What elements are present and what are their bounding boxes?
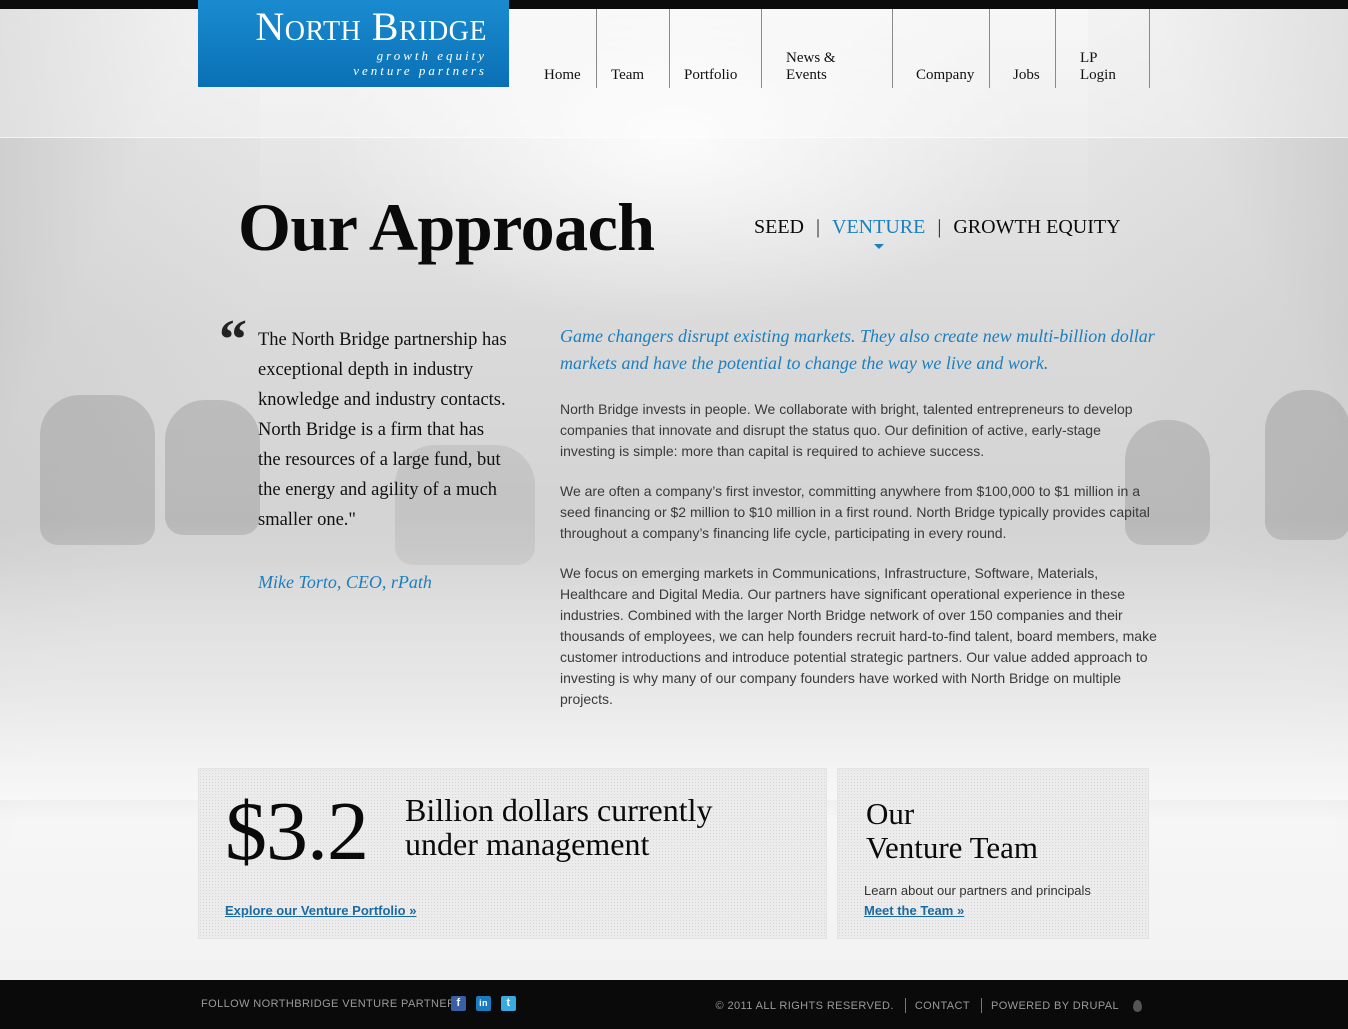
background-chair <box>1265 390 1348 540</box>
approach-tabs: SEED | VENTURE | GROWTH EQUITY <box>754 216 1121 249</box>
explore-portfolio-link[interactable]: Explore our Venture Portfolio » <box>225 903 416 918</box>
team-promo-text: Learn about our partners and principals <box>864 883 1091 898</box>
site-footer: FOLLOW NORTHBRIDGE VENTURE PARTNERS f in… <box>0 980 1348 1029</box>
quote-mark-icon: “ <box>219 309 247 371</box>
footer-divider <box>980 998 982 1013</box>
logo-tagline-2: venture partners <box>353 63 487 78</box>
nav-item-company[interactable]: Company <box>893 9 990 88</box>
aum-caption: Billion dollars currently under manageme… <box>405 792 713 862</box>
main-nav: Home Team Portfolio News & Events Compan… <box>530 9 1150 88</box>
social-links: f in t <box>451 996 516 1011</box>
facebook-icon[interactable]: f <box>451 996 466 1011</box>
drupal-icon <box>1133 999 1142 1012</box>
tab-divider: | <box>937 216 942 238</box>
body-paragraph: We focus on emerging markets in Communic… <box>560 565 1157 707</box>
body-paragraph: We are often a company’s first investor,… <box>560 483 1150 541</box>
team-title-line-2: Venture Team <box>866 830 1038 865</box>
twitter-icon[interactable]: t <box>501 996 516 1011</box>
nav-item-home[interactable]: Home <box>530 9 597 88</box>
lead-statement: Game changers disrupt existing markets. … <box>560 326 1155 373</box>
team-title-line-1: Our <box>866 796 915 831</box>
contact-link[interactable]: CONTACT <box>915 1000 970 1012</box>
nav-item-portfolio[interactable]: Portfolio <box>670 9 762 88</box>
body-paragraph: North Bridge invests in people. We colla… <box>560 401 1133 459</box>
tab-venture[interactable]: VENTURE <box>832 216 925 249</box>
testimonial-author: Mike Torto, CEO, rPath <box>258 572 432 592</box>
testimonial-quote: The North Bridge partnership has excepti… <box>258 330 507 530</box>
aum-promo-box: $3.2 Billion dollars currently under man… <box>198 768 827 939</box>
logo-name: North Bridge <box>255 4 487 49</box>
linkedin-icon[interactable]: in <box>476 996 491 1011</box>
page-title: Our Approach <box>238 189 655 265</box>
meet-team-link[interactable]: Meet the Team » <box>864 903 964 918</box>
tab-divider: | <box>816 216 821 238</box>
team-promo-box: Our Venture Team Learn about our partner… <box>837 768 1149 939</box>
footer-meta: © 2011 ALL RIGHTS RESERVED. CONTACT POWE… <box>716 998 1142 1013</box>
logo-tagline-1: growth equity <box>376 48 487 63</box>
nav-item-news-events[interactable]: News & Events <box>762 9 893 88</box>
team-promo-title: Our Venture Team <box>866 797 1126 865</box>
tab-seed[interactable]: SEED <box>754 216 804 239</box>
aum-number: $3.2 <box>225 785 369 878</box>
background-chair <box>165 400 260 535</box>
tab-growth-equity[interactable]: GROWTH EQUITY <box>953 216 1120 239</box>
footer-divider <box>904 998 906 1013</box>
powered-by-drupal-link[interactable]: POWERED BY DRUPAL <box>991 1000 1119 1012</box>
nav-item-lp-login[interactable]: LP Login <box>1056 9 1150 88</box>
follow-label: FOLLOW NORTHBRIDGE VENTURE PARTNERS <box>201 998 464 1010</box>
site-logo[interactable]: North Bridge growth equity venture partn… <box>198 0 509 87</box>
nav-item-jobs[interactable]: Jobs <box>990 9 1056 88</box>
copyright: © 2011 ALL RIGHTS RESERVED. <box>715 999 894 1012</box>
nav-item-team[interactable]: Team <box>597 9 670 88</box>
